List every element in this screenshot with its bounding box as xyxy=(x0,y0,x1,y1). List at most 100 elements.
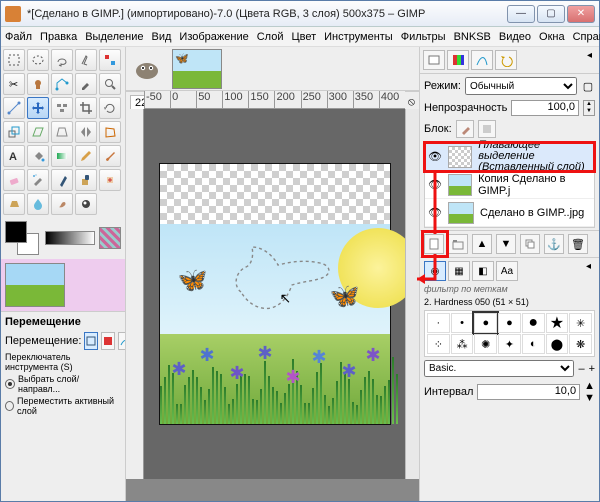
brush-item[interactable]: ✳ xyxy=(569,313,592,333)
spacing-field[interactable]: 10,0 xyxy=(477,384,580,400)
image-thumb[interactable] xyxy=(5,263,65,307)
tool-zoom[interactable] xyxy=(99,73,121,95)
lower-layer-button[interactable]: ▼ xyxy=(496,234,516,254)
tab-paths[interactable] xyxy=(471,50,493,70)
radio-pick-layer[interactable] xyxy=(5,379,15,389)
tool-dodge[interactable] xyxy=(75,193,97,215)
duplicate-layer-button[interactable] xyxy=(520,234,540,254)
tool-heal[interactable] xyxy=(99,169,121,191)
document[interactable]: ↖ 🦋 🦋 ✱ ✱ ✱ ✱ ✱ ✱ ✱ ✱ xyxy=(160,164,390,424)
tool-perspective[interactable] xyxy=(51,121,73,143)
menu-help[interactable]: Справка xyxy=(573,31,600,43)
tool-eraser[interactable] xyxy=(3,169,25,191)
spacing-spinner[interactable]: ▲▼ xyxy=(584,380,595,404)
brush-item[interactable]: · xyxy=(427,313,450,333)
visibility-icon[interactable]: 👁 xyxy=(428,206,442,219)
opacity-field[interactable]: 100,0 xyxy=(511,100,579,116)
pattern-swatch[interactable] xyxy=(99,227,121,249)
tool-shear[interactable] xyxy=(27,121,49,143)
opacity-spinner[interactable]: ▲▼ xyxy=(583,100,595,116)
tool-fuzzy-select[interactable] xyxy=(75,49,97,71)
brush-preset-select[interactable]: Basic. xyxy=(424,360,574,377)
visibility-icon[interactable]: 👁 xyxy=(428,150,442,163)
layer-group-button[interactable] xyxy=(448,234,468,254)
tool-move[interactable] xyxy=(27,97,49,119)
minimize-button[interactable]: — xyxy=(507,5,535,23)
tool-rotate[interactable] xyxy=(99,97,121,119)
tab-patterns[interactable]: ▦ xyxy=(448,261,470,281)
move-mode-layer[interactable] xyxy=(84,332,98,350)
tool-blur[interactable] xyxy=(27,193,49,215)
tool-gradient[interactable] xyxy=(51,145,73,167)
tab-brushes[interactable]: ◉ xyxy=(424,261,446,281)
move-mode-selection[interactable] xyxy=(101,332,115,350)
brush-item[interactable]: ⁘ xyxy=(427,334,450,354)
layer-copy[interactable]: 👁 Копия Сделано в GIMP.j xyxy=(425,171,594,199)
cancel-icon[interactable]: ⦸ xyxy=(408,96,415,109)
tool-cage[interactable] xyxy=(99,121,121,143)
brush-item[interactable]: • xyxy=(451,313,474,333)
raise-layer-button[interactable]: ▲ xyxy=(472,234,492,254)
close-button[interactable]: ✕ xyxy=(567,5,595,23)
tab-fonts[interactable]: Aa xyxy=(496,261,518,281)
tool-bucket[interactable] xyxy=(27,145,49,167)
zoom-in-icon[interactable]: + xyxy=(589,363,595,375)
tool-crop[interactable] xyxy=(75,97,97,119)
tool-ink[interactable] xyxy=(51,169,73,191)
menu-video[interactable]: Видео xyxy=(499,31,531,43)
brush-item[interactable]: ✦ xyxy=(498,334,521,354)
tool-pencil[interactable] xyxy=(75,145,97,167)
tool-smudge[interactable] xyxy=(51,193,73,215)
tool-text[interactable]: A xyxy=(3,145,25,167)
visibility-icon[interactable]: 👁 xyxy=(428,178,442,191)
menu-color[interactable]: Цвет xyxy=(291,31,316,43)
lock-pixels-button[interactable] xyxy=(456,120,474,138)
layer-base[interactable]: 👁 Сделано в GIMP..jpg xyxy=(425,199,594,227)
tool-eyedropper[interactable] xyxy=(75,73,97,95)
vertical-scrollbar[interactable] xyxy=(405,109,419,479)
mode-menu-icon[interactable]: ▢ xyxy=(581,80,595,93)
menu-edit[interactable]: Правка xyxy=(40,31,77,43)
brush-item[interactable]: ● xyxy=(522,313,545,333)
tab-channels[interactable] xyxy=(447,50,469,70)
tab-gradients[interactable]: ◧ xyxy=(472,261,494,281)
tool-paths[interactable] xyxy=(51,73,73,95)
menu-layer[interactable]: Слой xyxy=(257,31,284,43)
tool-rect-select[interactable] xyxy=(3,49,25,71)
brush-item[interactable]: ◐ xyxy=(522,334,545,354)
zoom-out-icon[interactable]: – xyxy=(578,363,584,375)
doc-thumb[interactable]: 🦋 xyxy=(172,49,222,89)
brush-item[interactable]: ● xyxy=(474,313,497,333)
tool-clone[interactable] xyxy=(75,169,97,191)
menu-view[interactable]: Вид xyxy=(152,31,172,43)
menu-select[interactable]: Выделение xyxy=(85,31,143,43)
new-layer-button[interactable] xyxy=(424,234,444,254)
brush-item[interactable]: ❋ xyxy=(569,334,592,354)
gradient-swatch[interactable] xyxy=(45,231,95,245)
radio-move-active[interactable] xyxy=(5,401,14,411)
menu-image[interactable]: Изображение xyxy=(179,31,248,43)
tool-scale[interactable] xyxy=(3,121,25,143)
tool-perspective-clone[interactable] xyxy=(3,193,25,215)
mode-select[interactable]: Обычный xyxy=(465,77,577,95)
tab-layers[interactable] xyxy=(423,50,445,70)
brush-item[interactable]: ✺ xyxy=(474,334,497,354)
canvas[interactable]: ↖ 🦋 🦋 ✱ ✱ ✱ ✱ ✱ ✱ ✱ ✱ xyxy=(144,109,405,479)
tab-undo[interactable] xyxy=(495,50,517,70)
tool-measure[interactable] xyxy=(3,97,25,119)
tool-lasso[interactable] xyxy=(51,49,73,71)
fg-color-swatch[interactable] xyxy=(5,221,27,243)
layer-floating-selection[interactable]: 👁 Плавающее выделение (Вставленный слой) xyxy=(425,143,594,171)
move-mode-path[interactable] xyxy=(118,332,125,350)
tool-flip[interactable] xyxy=(75,121,97,143)
brush-item[interactable]: ★ xyxy=(546,313,569,333)
tool-color-select[interactable] xyxy=(99,49,121,71)
tool-scissors[interactable]: ✂ xyxy=(3,73,25,95)
brush-item[interactable]: ● xyxy=(498,313,521,333)
menu-tools[interactable]: Инструменты xyxy=(324,31,393,43)
tool-airbrush[interactable] xyxy=(27,169,49,191)
brush-item[interactable]: ⬤ xyxy=(546,334,569,354)
anchor-layer-button[interactable]: ⚓ xyxy=(544,234,564,254)
lock-alpha-button[interactable] xyxy=(478,120,496,138)
panel-menu-icon[interactable]: ◂ xyxy=(582,261,595,281)
